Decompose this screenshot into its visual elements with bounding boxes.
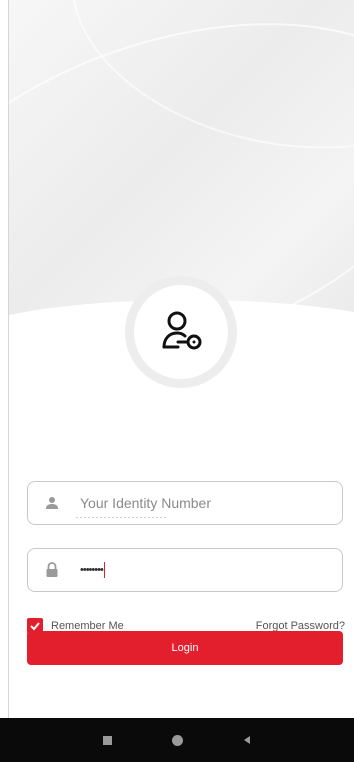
lock-icon	[42, 560, 62, 580]
triangle-back-icon	[244, 736, 250, 744]
person-icon	[42, 493, 62, 513]
circle-icon	[171, 734, 183, 746]
input-underline	[76, 517, 166, 518]
login-screen: •••••••• Remember Me Forgot Password? Lo…	[8, 0, 354, 762]
avatar-ring	[125, 276, 237, 388]
text-cursor	[103, 562, 105, 578]
login-button[interactable]: Login	[27, 631, 343, 665]
system-nav-bar	[0, 718, 354, 762]
nav-home-button[interactable]	[142, 718, 212, 762]
password-field[interactable]: ••••••••	[27, 548, 343, 592]
avatar	[134, 285, 228, 379]
user-key-icon	[162, 311, 202, 350]
identity-field[interactable]	[27, 481, 343, 525]
identity-input[interactable]	[80, 495, 310, 511]
nav-back-button[interactable]	[212, 718, 282, 762]
nav-recent-button[interactable]	[72, 718, 142, 762]
password-input[interactable]: ••••••••	[80, 564, 104, 576]
square-icon	[102, 735, 112, 745]
